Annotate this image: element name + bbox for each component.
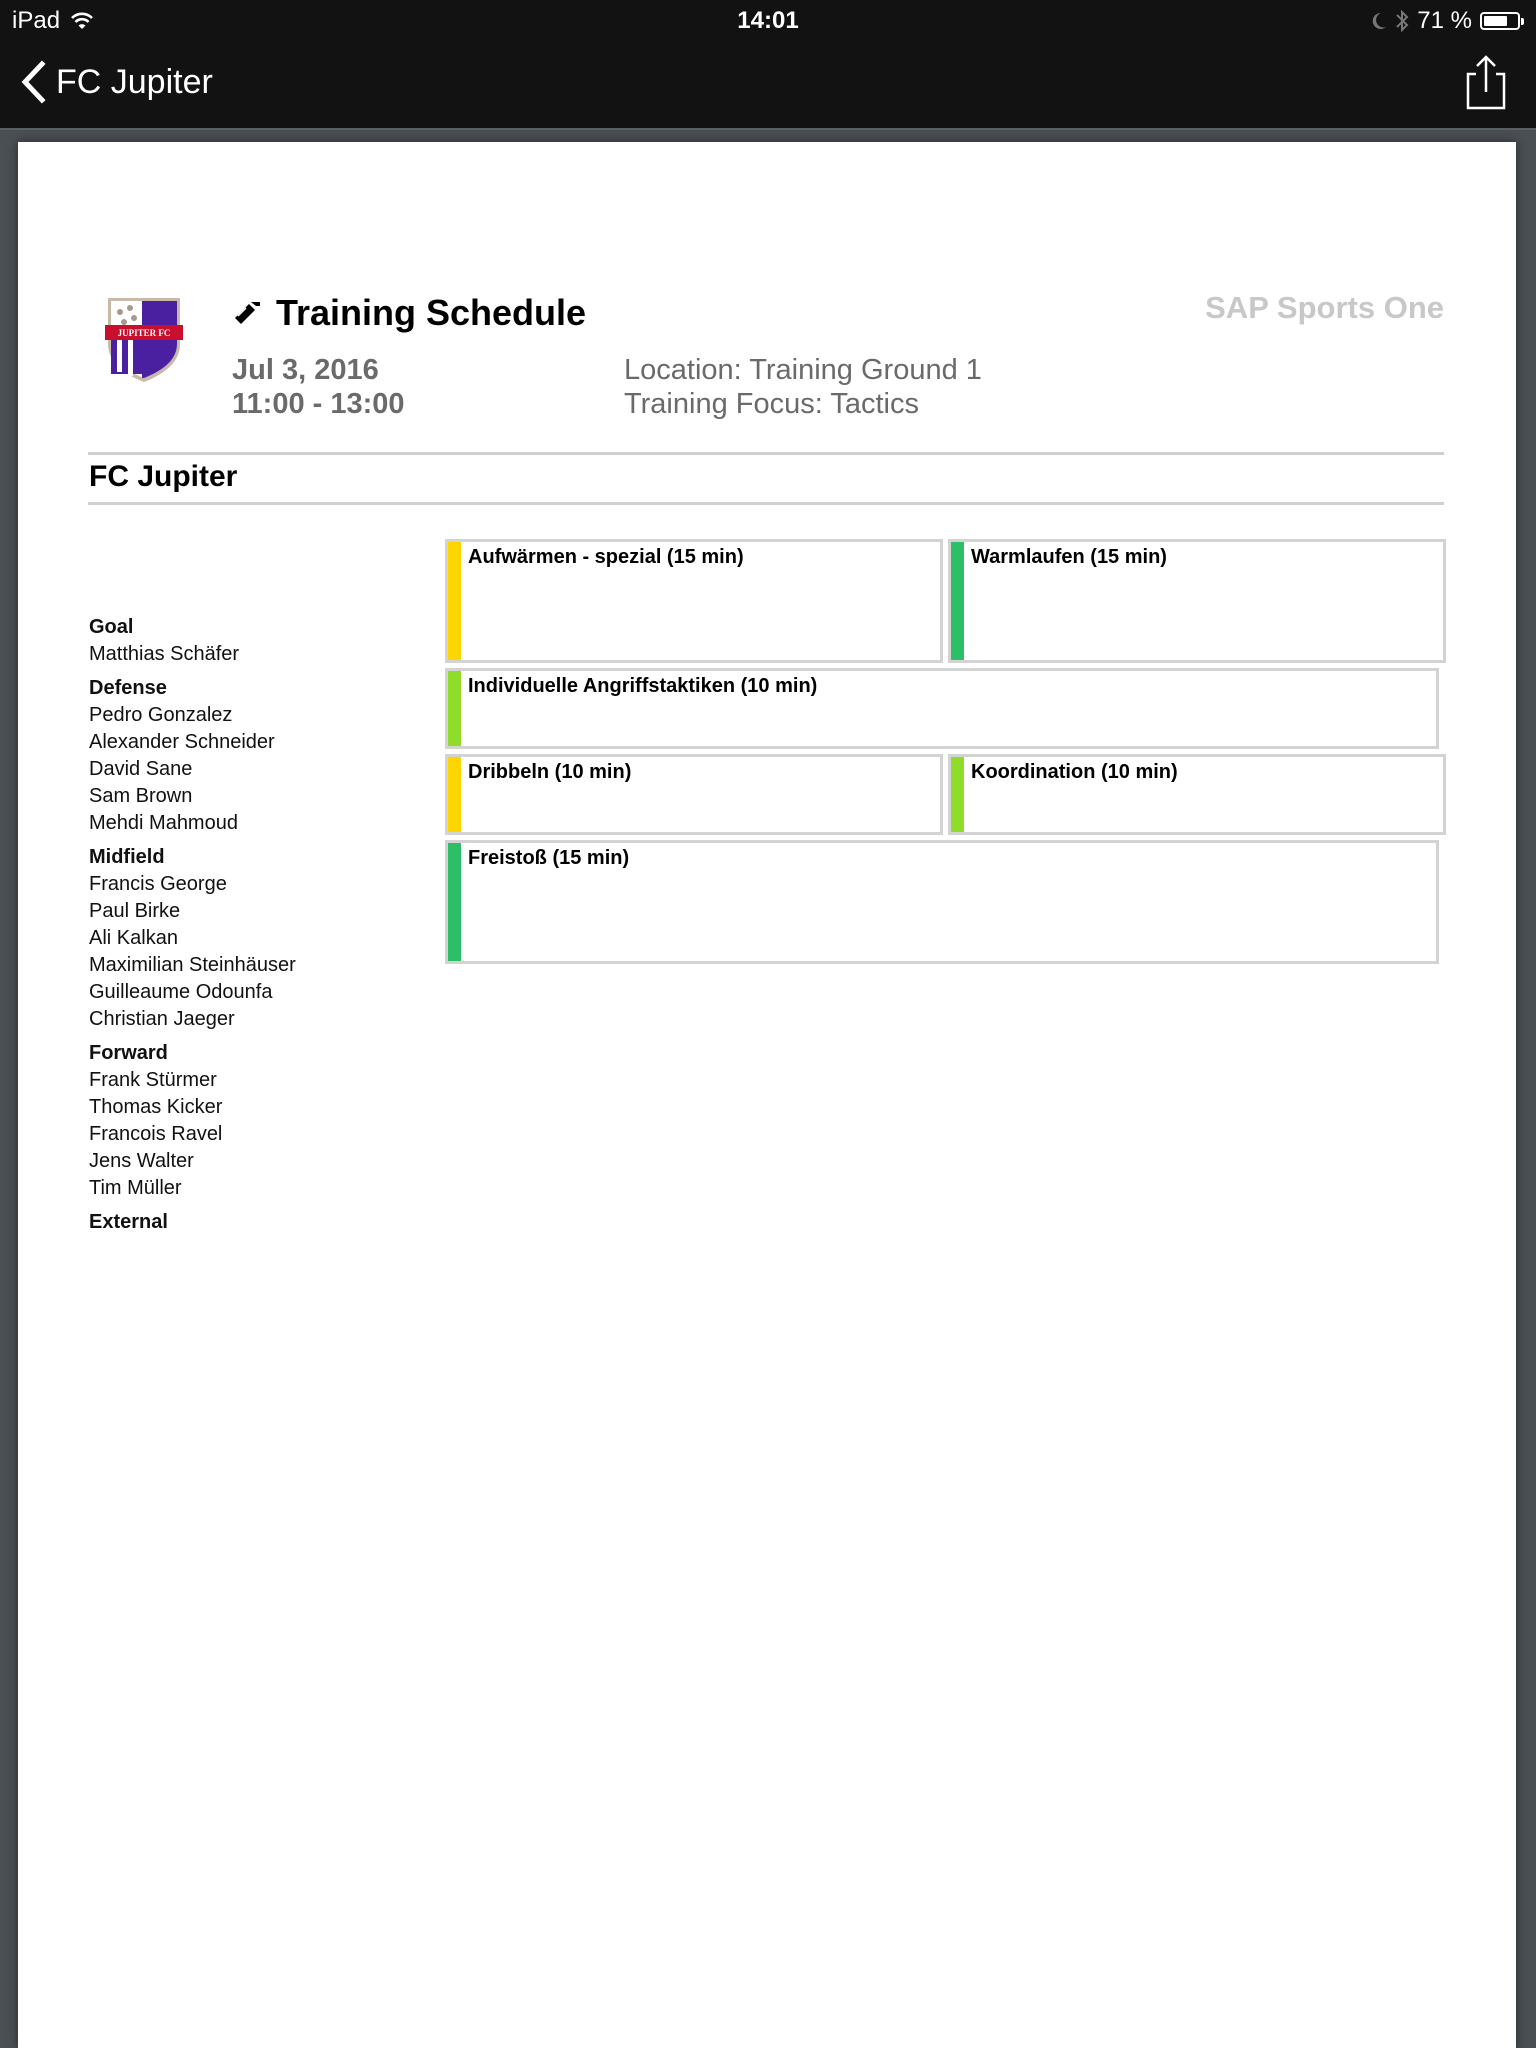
drill-label: Koordination (10 min) — [971, 761, 1178, 783]
player-name: Tim Müller — [89, 1177, 182, 1199]
player-name: Mehdi Mahmoud — [89, 812, 238, 834]
player-name: Francois Ravel — [89, 1123, 223, 1145]
player-name: Alexander Schneider — [89, 731, 275, 753]
document-page: JUPITER FC Training Schedule SAP Sports … — [18, 142, 1516, 2048]
player-name: David Sane — [89, 758, 193, 780]
team-name: FC Jupiter — [89, 460, 238, 493]
club-logo-text: JUPITER FC — [118, 328, 171, 338]
whistle-icon — [235, 302, 260, 324]
player-name: Ali Kalkan — [89, 927, 178, 949]
player-name: Francis George — [89, 873, 227, 895]
drill-color-bar — [448, 542, 461, 660]
battery-icon — [1480, 12, 1524, 30]
player-name: Maximilian Steinhäuser — [89, 954, 296, 976]
back-label: FC Jupiter — [56, 62, 213, 101]
battery-fill — [1484, 16, 1507, 26]
bluetooth-icon — [1396, 9, 1409, 33]
divider-bottom — [88, 502, 1444, 505]
position-heading: Midfield — [89, 846, 165, 868]
drill-label: Dribbeln (10 min) — [468, 761, 632, 783]
position-heading: Defense — [89, 677, 167, 699]
drill-label: Freistoß (15 min) — [468, 847, 630, 869]
roster-list: Goal Matthias Schäfer Defense Pedro Gonzale… — [89, 614, 419, 1236]
drill-block[interactable]: Aufwärmen - spezial (15 min) — [445, 539, 943, 663]
session-location: Location: Training Ground 1 — [624, 354, 982, 386]
divider-top — [88, 452, 1444, 455]
brand-label: SAP Sports One — [1205, 290, 1444, 325]
drill-color-bar — [951, 542, 964, 660]
player-name: Thomas Kicker — [89, 1096, 223, 1118]
drill-label: Aufwärmen - spezial (15 min) — [468, 546, 744, 568]
player-name: Paul Birke — [89, 900, 181, 922]
session-time: 11:00 - 13:00 — [232, 388, 405, 420]
drill-color-bar — [448, 671, 461, 746]
share-icon[interactable] — [1464, 54, 1508, 112]
drill-block[interactable]: Individuelle Angriffstaktiken (10 min) — [445, 668, 1439, 749]
player-name: Matthias Schäfer — [89, 643, 240, 665]
club-logo: JUPITER FC — [105, 298, 183, 382]
moon-icon — [1373, 12, 1387, 29]
player-name: Guilleaume Odounfa — [89, 981, 273, 1003]
player-name: Sam Brown — [89, 785, 193, 807]
training-focus: Training Focus: Tactics — [624, 388, 919, 420]
drill-color-bar — [448, 757, 461, 832]
status-bar: iPad 14:01 71 % — [0, 0, 1536, 42]
battery-percent: 71 % — [1417, 7, 1472, 34]
position-heading: Forward — [89, 1042, 168, 1064]
player-name: Pedro Gonzalez — [89, 704, 233, 726]
drill-block[interactable]: Dribbeln (10 min) — [445, 754, 943, 835]
back-button[interactable]: FC Jupiter — [20, 60, 213, 104]
drill-block[interactable]: Warmlaufen (15 min) — [948, 539, 1446, 663]
player-name: Christian Jaeger — [89, 1008, 235, 1030]
position-heading: Goal — [89, 616, 134, 638]
player-name: Jens Walter — [89, 1150, 194, 1172]
position-heading: External — [89, 1211, 168, 1233]
player-name: Frank Stürmer — [89, 1069, 217, 1091]
drill-color-bar — [951, 757, 964, 832]
drill-label: Individuelle Angriffstaktiken (10 min) — [468, 675, 818, 697]
clock: 14:01 — [737, 7, 799, 34]
chevron-left-icon — [21, 60, 46, 104]
drill-block[interactable]: Freistoß (15 min) — [445, 840, 1439, 964]
session-date: Jul 3, 2016 — [232, 354, 379, 386]
drill-label: Warmlaufen (15 min) — [971, 546, 1167, 568]
page-title: Training Schedule — [276, 292, 587, 333]
drill-block[interactable]: Koordination (10 min) — [948, 754, 1446, 835]
navigation-bar: FC Jupiter — [0, 42, 1536, 130]
drill-color-bar — [448, 843, 461, 961]
